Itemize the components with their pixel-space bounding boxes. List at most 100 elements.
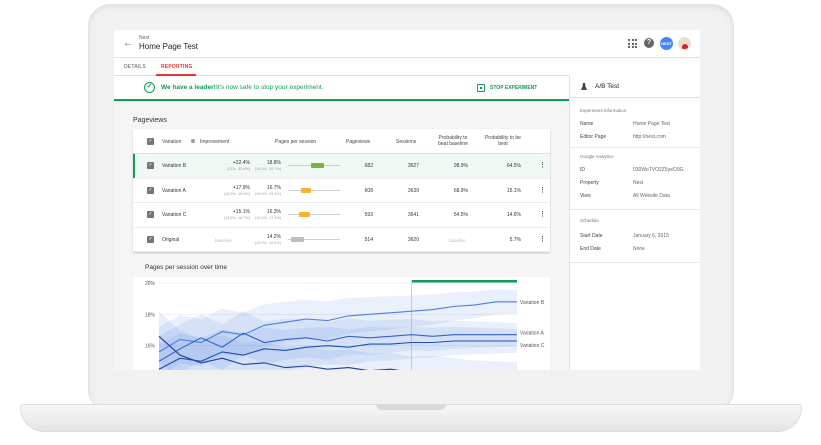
pageviews-value: 593 — [364, 212, 373, 218]
table-row[interactable]: ✓ Variation B +32.4% (21%, 32.8%) 18.8% (18.3… — [133, 154, 550, 179]
select-all-checkbox[interactable]: ✓ — [147, 138, 154, 145]
id-value: 030WoTVO2Z5yeO9G — [633, 167, 684, 173]
pps-range-band — [301, 187, 312, 193]
avatar[interactable] — [678, 37, 691, 50]
more-vert-icon[interactable]: ⋮ — [539, 236, 546, 243]
editor-page-key: Editor Page — [580, 134, 607, 140]
side-panel-header: A/B Test — [570, 76, 700, 98]
divider — [570, 209, 700, 210]
series-label: Variation C — [520, 343, 545, 349]
col-pages-per-session[interactable]: Pages per session — [275, 139, 316, 145]
stop-icon[interactable] — [477, 84, 485, 92]
improvement-range: (16.9%, 18.9%) — [223, 191, 250, 196]
end-date-key: End Date — [580, 246, 601, 252]
property-key: Property — [580, 180, 599, 186]
breadcrumb[interactable]: Nest — [139, 35, 149, 41]
pps-value: 16.3% — [266, 209, 281, 215]
col-prob-best[interactable]: Probability to be best — [485, 135, 521, 147]
pps-range-bar — [288, 236, 340, 242]
pps-range: (16.9%, 19.1%) — [254, 191, 281, 196]
pps-value: 18.8% — [266, 160, 281, 166]
row-checkbox[interactable]: ✓ — [147, 235, 154, 243]
ga-label: Google Analytics — [580, 154, 614, 159]
improvement-range: (21%, 32.8%) — [226, 167, 250, 171]
more-vert-icon[interactable]: ⋮ — [539, 211, 546, 218]
sessions-value: 3620 — [407, 236, 419, 243]
variation-name: Variation A — [162, 187, 186, 194]
more-vert-icon[interactable]: ⋮ — [539, 187, 546, 194]
table-row[interactable]: ✓ Variation A +17.9% (16.9%, 18.9%) 16.7% (16… — [133, 179, 550, 203]
series-label: Variation A — [520, 331, 544, 337]
table-row[interactable]: ✓ Variation C +15.1% (13.6%, 16.7%) 16.3% (15… — [133, 203, 550, 228]
y-tick-label: 16% — [145, 344, 156, 350]
pps-range: (12.9%, 15.5%) — [254, 240, 281, 245]
improvement-value: +32.4% — [232, 160, 250, 166]
variation-name: Variation B — [162, 163, 187, 169]
pps-range-bar — [288, 187, 340, 193]
check-circle-icon: ✓ — [144, 82, 155, 93]
row-checkbox[interactable]: ✓ — [147, 162, 154, 169]
pps-range-band — [290, 236, 304, 242]
start-date-key: Start Date — [580, 233, 603, 239]
report-area: Pageviews ✓ Variation Improvement Pages … — [114, 103, 569, 370]
name-value: Home Page Test — [633, 121, 670, 127]
app-screen: ← Nest Home Page Test ? NEST DETAILS REP… — [114, 30, 700, 370]
pps-range-bar — [288, 163, 340, 168]
stop-experiment-button[interactable]: STOP EXPERIMENT — [490, 85, 537, 91]
back-arrow-icon[interactable]: ← — [123, 39, 133, 49]
divider — [570, 262, 700, 263]
flask-icon — [581, 83, 587, 90]
prob-baseline-value: 54.5% — [453, 212, 468, 218]
row-checkbox[interactable]: ✓ — [147, 211, 154, 218]
page-title: Home Page Test — [139, 42, 198, 51]
prob-baseline-value: 98.9% — [453, 163, 468, 169]
name-key: Name — [580, 121, 594, 127]
table-header: ✓ Variation Improvement Pages per sessio… — [133, 129, 550, 154]
pps-range-band — [299, 212, 310, 217]
y-tick-label: 20% — [145, 281, 156, 287]
variation-name: Variation C — [162, 212, 187, 218]
variation-name: Original — [162, 236, 180, 243]
prob-baseline-value: baseline — [449, 237, 466, 243]
pps-range-bar — [288, 212, 340, 217]
table-row[interactable]: ✓ Original baseline 14.2% (12.9%, 15.5%) 514 3… — [133, 228, 550, 252]
tab-bar: DETAILS REPORTING — [114, 58, 569, 76]
pps-range: (18.3%, 19.1%) — [254, 167, 281, 171]
tab-reporting[interactable]: REPORTING — [161, 64, 193, 70]
improvement-range: (13.6%, 16.7%) — [223, 216, 250, 220]
account-badge[interactable]: NEST — [660, 37, 673, 50]
schedule-label: Schedule — [580, 218, 599, 223]
info-icon[interactable] — [191, 139, 195, 143]
leader-banner: ✓ We have a leader! It's now safe to sto… — [114, 76, 569, 101]
prob-best-value: 5.7% — [509, 236, 521, 243]
results-table: ✓ Variation Improvement Pages per sessio… — [133, 129, 550, 252]
more-vert-icon[interactable]: ⋮ — [539, 162, 546, 169]
pageviews-value: 514 — [364, 236, 373, 243]
sessions-value: 3639 — [407, 187, 419, 194]
col-variation[interactable]: Variation — [162, 139, 181, 145]
apps-grid-icon[interactable] — [628, 39, 637, 48]
table-body: ✓ Variation B +32.4% (21%, 32.8%) 18.8% (18.3… — [133, 154, 550, 252]
row-checkbox[interactable]: ✓ — [147, 186, 154, 194]
help-icon[interactable]: ? — [644, 38, 654, 48]
id-key: ID — [580, 167, 585, 173]
property-value: Nest — [633, 180, 644, 186]
improvement-value: +17.9% — [232, 184, 250, 191]
tab-details[interactable]: DETAILS — [124, 64, 146, 70]
view-key: View — [580, 193, 591, 199]
divider — [570, 147, 700, 148]
laptop-notch — [376, 404, 446, 410]
view-value: All Website Data — [633, 193, 670, 199]
banner-message: It's now safe to stop your experiment. — [216, 84, 324, 91]
pps-value: 14.2% — [266, 233, 281, 240]
col-pageviews[interactable]: Pageviews — [346, 139, 370, 145]
editor-page-value[interactable]: http://nest.com — [633, 134, 666, 140]
col-improvement[interactable]: Improvement — [200, 139, 229, 145]
series-label: Variation B — [520, 300, 545, 306]
y-tick-label: 18% — [145, 312, 156, 318]
prob-best-value: 14.6% — [506, 212, 521, 218]
sessions-value: 3641 — [407, 212, 419, 218]
improvement-value: +15.1% — [232, 209, 250, 215]
col-prob-baseline[interactable]: Probability to beat baseline — [433, 135, 473, 147]
col-sessions[interactable]: Sessions — [396, 139, 416, 145]
